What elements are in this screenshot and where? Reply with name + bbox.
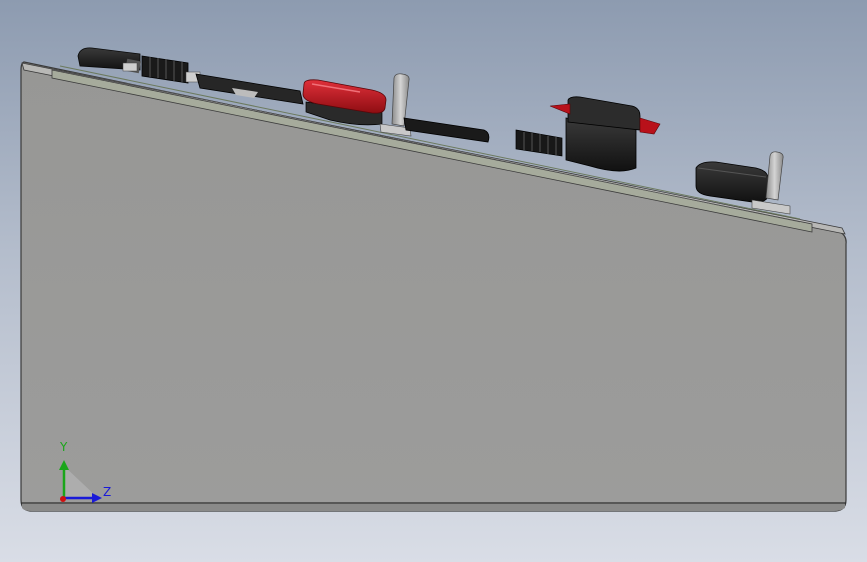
center-ribbed-knob[interactable] — [515, 129, 563, 157]
cad-viewport[interactable]: Y Z — [0, 0, 867, 562]
selector-handle-body[interactable] — [195, 73, 304, 105]
pilot-light-body[interactable] — [695, 161, 769, 203]
triad-z-label: Z — [103, 485, 112, 499]
housing-bottom-lip — [22, 504, 845, 511]
black-pilot-light[interactable] — [695, 161, 769, 203]
ribbed-knob-body[interactable] — [141, 55, 189, 84]
triad-x-axis-dot — [60, 496, 66, 502]
triad-y-label: Y — [60, 440, 68, 454]
toggle-lever-2[interactable] — [765, 151, 784, 201]
red-mushroom-knob[interactable] — [302, 79, 387, 126]
model-view[interactable] — [0, 0, 867, 562]
black-actuator-bar[interactable] — [403, 117, 490, 143]
rotary-switch[interactable] — [549, 96, 661, 172]
center-ribbed-body[interactable] — [515, 129, 563, 157]
actuator-bar-body[interactable] — [403, 117, 490, 143]
black-selector-handle[interactable] — [195, 73, 304, 105]
knob-base-left — [122, 62, 138, 72]
